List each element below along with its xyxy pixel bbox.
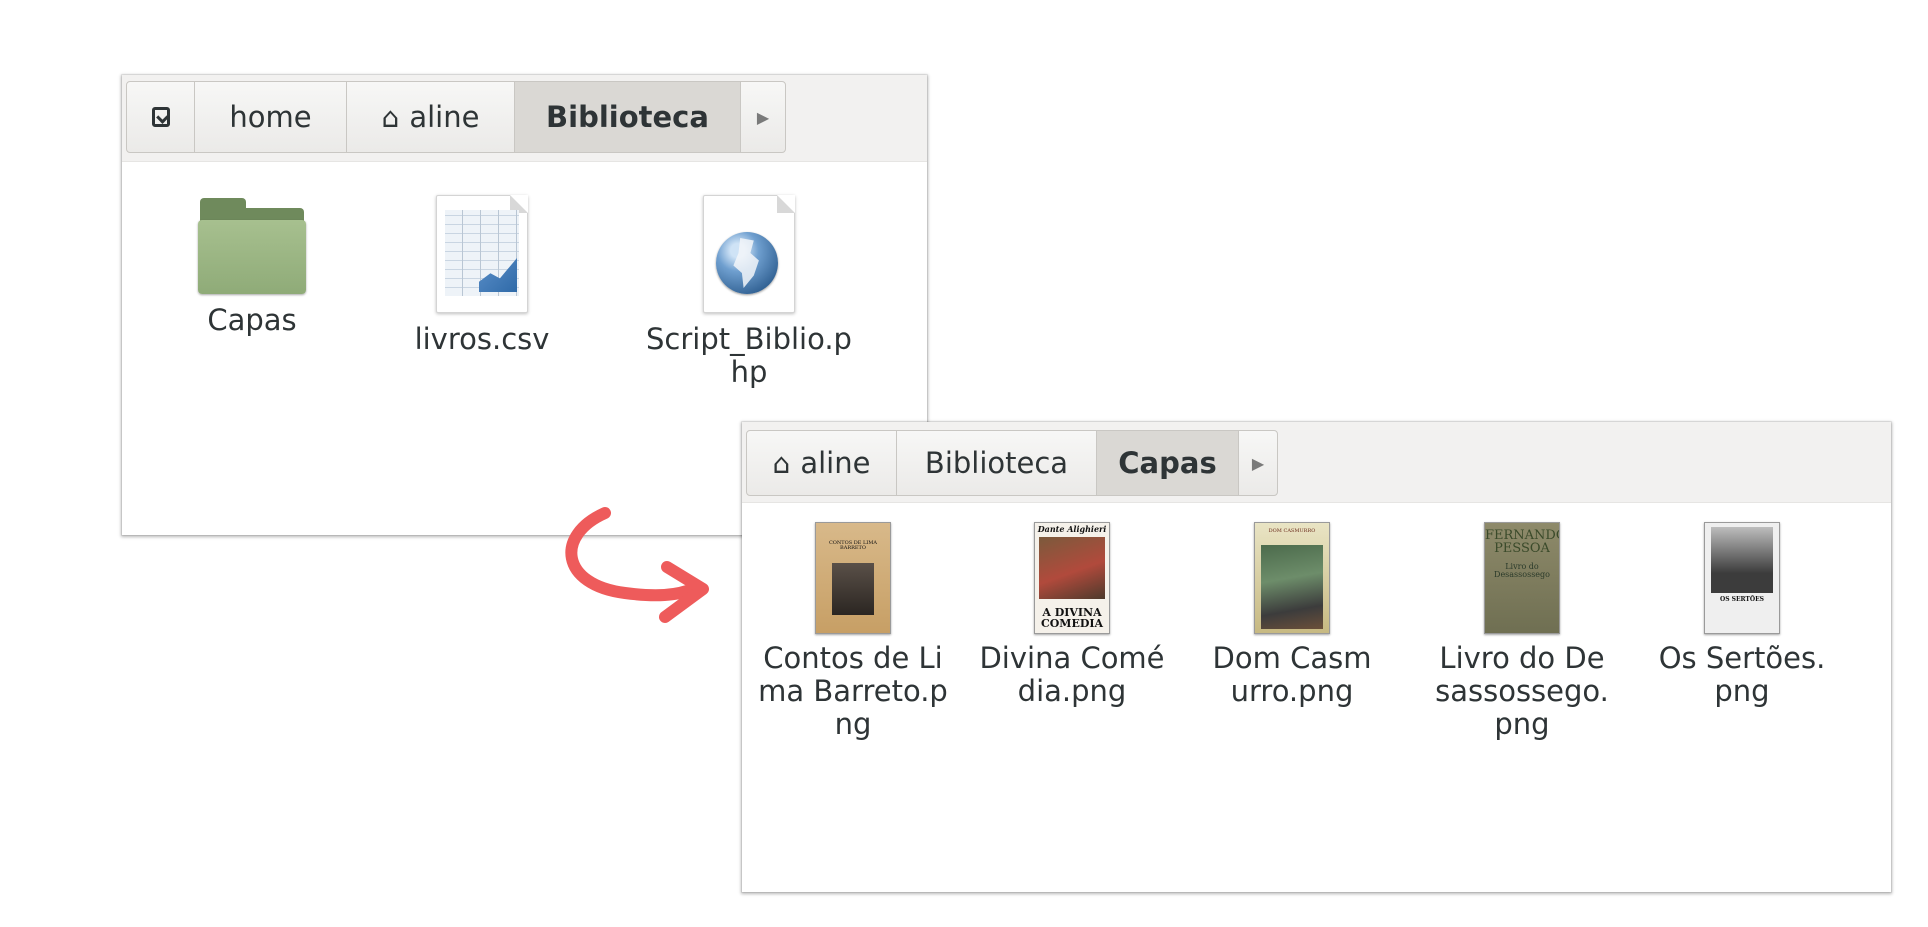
curved-arrow-icon bbox=[565, 507, 709, 623]
path-segment-label: aline bbox=[800, 446, 871, 480]
file-name: Script_Biblio.php bbox=[646, 322, 852, 389]
folder-icon bbox=[198, 198, 306, 294]
book-cover-thumbnail: CONTOS DE LIMA BARRETO bbox=[815, 522, 891, 634]
path-segment-aline[interactable]: ⌂ aline bbox=[747, 431, 897, 495]
path-segment-biblioteca[interactable]: Biblioteca bbox=[897, 431, 1097, 495]
book-cover-thumbnail: FERNANDO PESSOA Livro do Desassossego bbox=[1484, 522, 1560, 634]
path-bar: ⌂ aline Biblioteca Capas ▶ bbox=[746, 430, 1278, 496]
cover-title: DOM CASMURRO bbox=[1268, 528, 1316, 534]
file-item-livro-do-desassossego[interactable]: FERNANDO PESSOA Livro do Desassossego Li… bbox=[1432, 522, 1612, 741]
path-toggle-button[interactable] bbox=[127, 82, 195, 152]
path-segment-aline[interactable]: ⌂ aline bbox=[347, 82, 515, 152]
cover-title: OS SERTÕES bbox=[1719, 596, 1765, 603]
path-segment-label: Biblioteca bbox=[546, 100, 709, 134]
path-segment-biblioteca[interactable]: Biblioteca bbox=[515, 82, 741, 152]
file-name: Dom Casmurro.png bbox=[1212, 641, 1372, 708]
chevron-right-icon: ▶ bbox=[1251, 453, 1265, 473]
cover-title: A DIVINA COMEDIA bbox=[1040, 606, 1104, 630]
path-forward-button[interactable]: ▶ bbox=[741, 82, 785, 152]
file-name: Capas bbox=[207, 303, 297, 337]
file-item-script-biblio[interactable]: Script_Biblio.php bbox=[644, 195, 854, 389]
file-item-capas[interactable]: Capas bbox=[172, 198, 332, 337]
location-toggle-icon bbox=[151, 107, 170, 127]
path-segment-label: home bbox=[229, 100, 312, 134]
path-segment-home[interactable]: home bbox=[195, 82, 347, 152]
file-item-divina-comedia[interactable]: Dante Alighieri A DIVINA COMEDIA Divina … bbox=[972, 522, 1172, 708]
file-name: livros.csv bbox=[414, 322, 550, 356]
path-forward-button[interactable]: ▶ bbox=[1239, 431, 1277, 495]
path-bar: home ⌂ aline Biblioteca ▶ bbox=[126, 81, 786, 153]
file-item-dom-casmurro[interactable]: DOM CASMURRO Dom Casmurro.png bbox=[1212, 522, 1372, 708]
path-segment-label: Capas bbox=[1118, 446, 1217, 480]
php-globe-icon bbox=[703, 195, 795, 313]
spreadsheet-icon bbox=[436, 195, 528, 313]
file-name: Divina Comédia.png bbox=[979, 641, 1165, 708]
cover-title: Livro do Desassossego bbox=[1494, 562, 1550, 579]
toolbar: ⌂ aline Biblioteca Capas ▶ bbox=[742, 422, 1891, 503]
cover-title: CONTOS DE LIMA BARRETO bbox=[828, 540, 878, 551]
cover-author: FERNANDO PESSOA bbox=[1485, 528, 1560, 556]
file-name: Contos de Lima Barreto.png bbox=[758, 641, 948, 741]
file-item-contos-lima-barreto[interactable]: CONTOS DE LIMA BARRETO Contos de Lima Ba… bbox=[758, 522, 948, 741]
chevron-right-icon: ▶ bbox=[756, 107, 770, 127]
file-item-livros-csv[interactable]: livros.csv bbox=[412, 195, 552, 356]
file-item-os-sertoes[interactable]: OS SERTÕES Os Sertões.png bbox=[1652, 522, 1832, 708]
toolbar: home ⌂ aline Biblioteca ▶ bbox=[122, 75, 927, 162]
file-manager-window-capas: ⌂ aline Biblioteca Capas ▶ CONTOS DE LIM… bbox=[742, 422, 1891, 892]
book-cover-thumbnail: DOM CASMURRO bbox=[1254, 522, 1330, 634]
home-icon: ⌂ bbox=[772, 446, 791, 480]
path-segment-capas[interactable]: Capas bbox=[1097, 431, 1239, 495]
file-name: Os Sertões.png bbox=[1658, 641, 1826, 708]
path-segment-label: Biblioteca bbox=[924, 446, 1069, 480]
path-segment-label: aline bbox=[409, 100, 480, 134]
book-cover-thumbnail: OS SERTÕES bbox=[1704, 522, 1780, 634]
home-icon: ⌂ bbox=[381, 100, 400, 134]
file-name: Livro do Desassossego.png bbox=[1435, 641, 1609, 741]
book-cover-thumbnail: Dante Alighieri A DIVINA COMEDIA bbox=[1034, 522, 1110, 634]
